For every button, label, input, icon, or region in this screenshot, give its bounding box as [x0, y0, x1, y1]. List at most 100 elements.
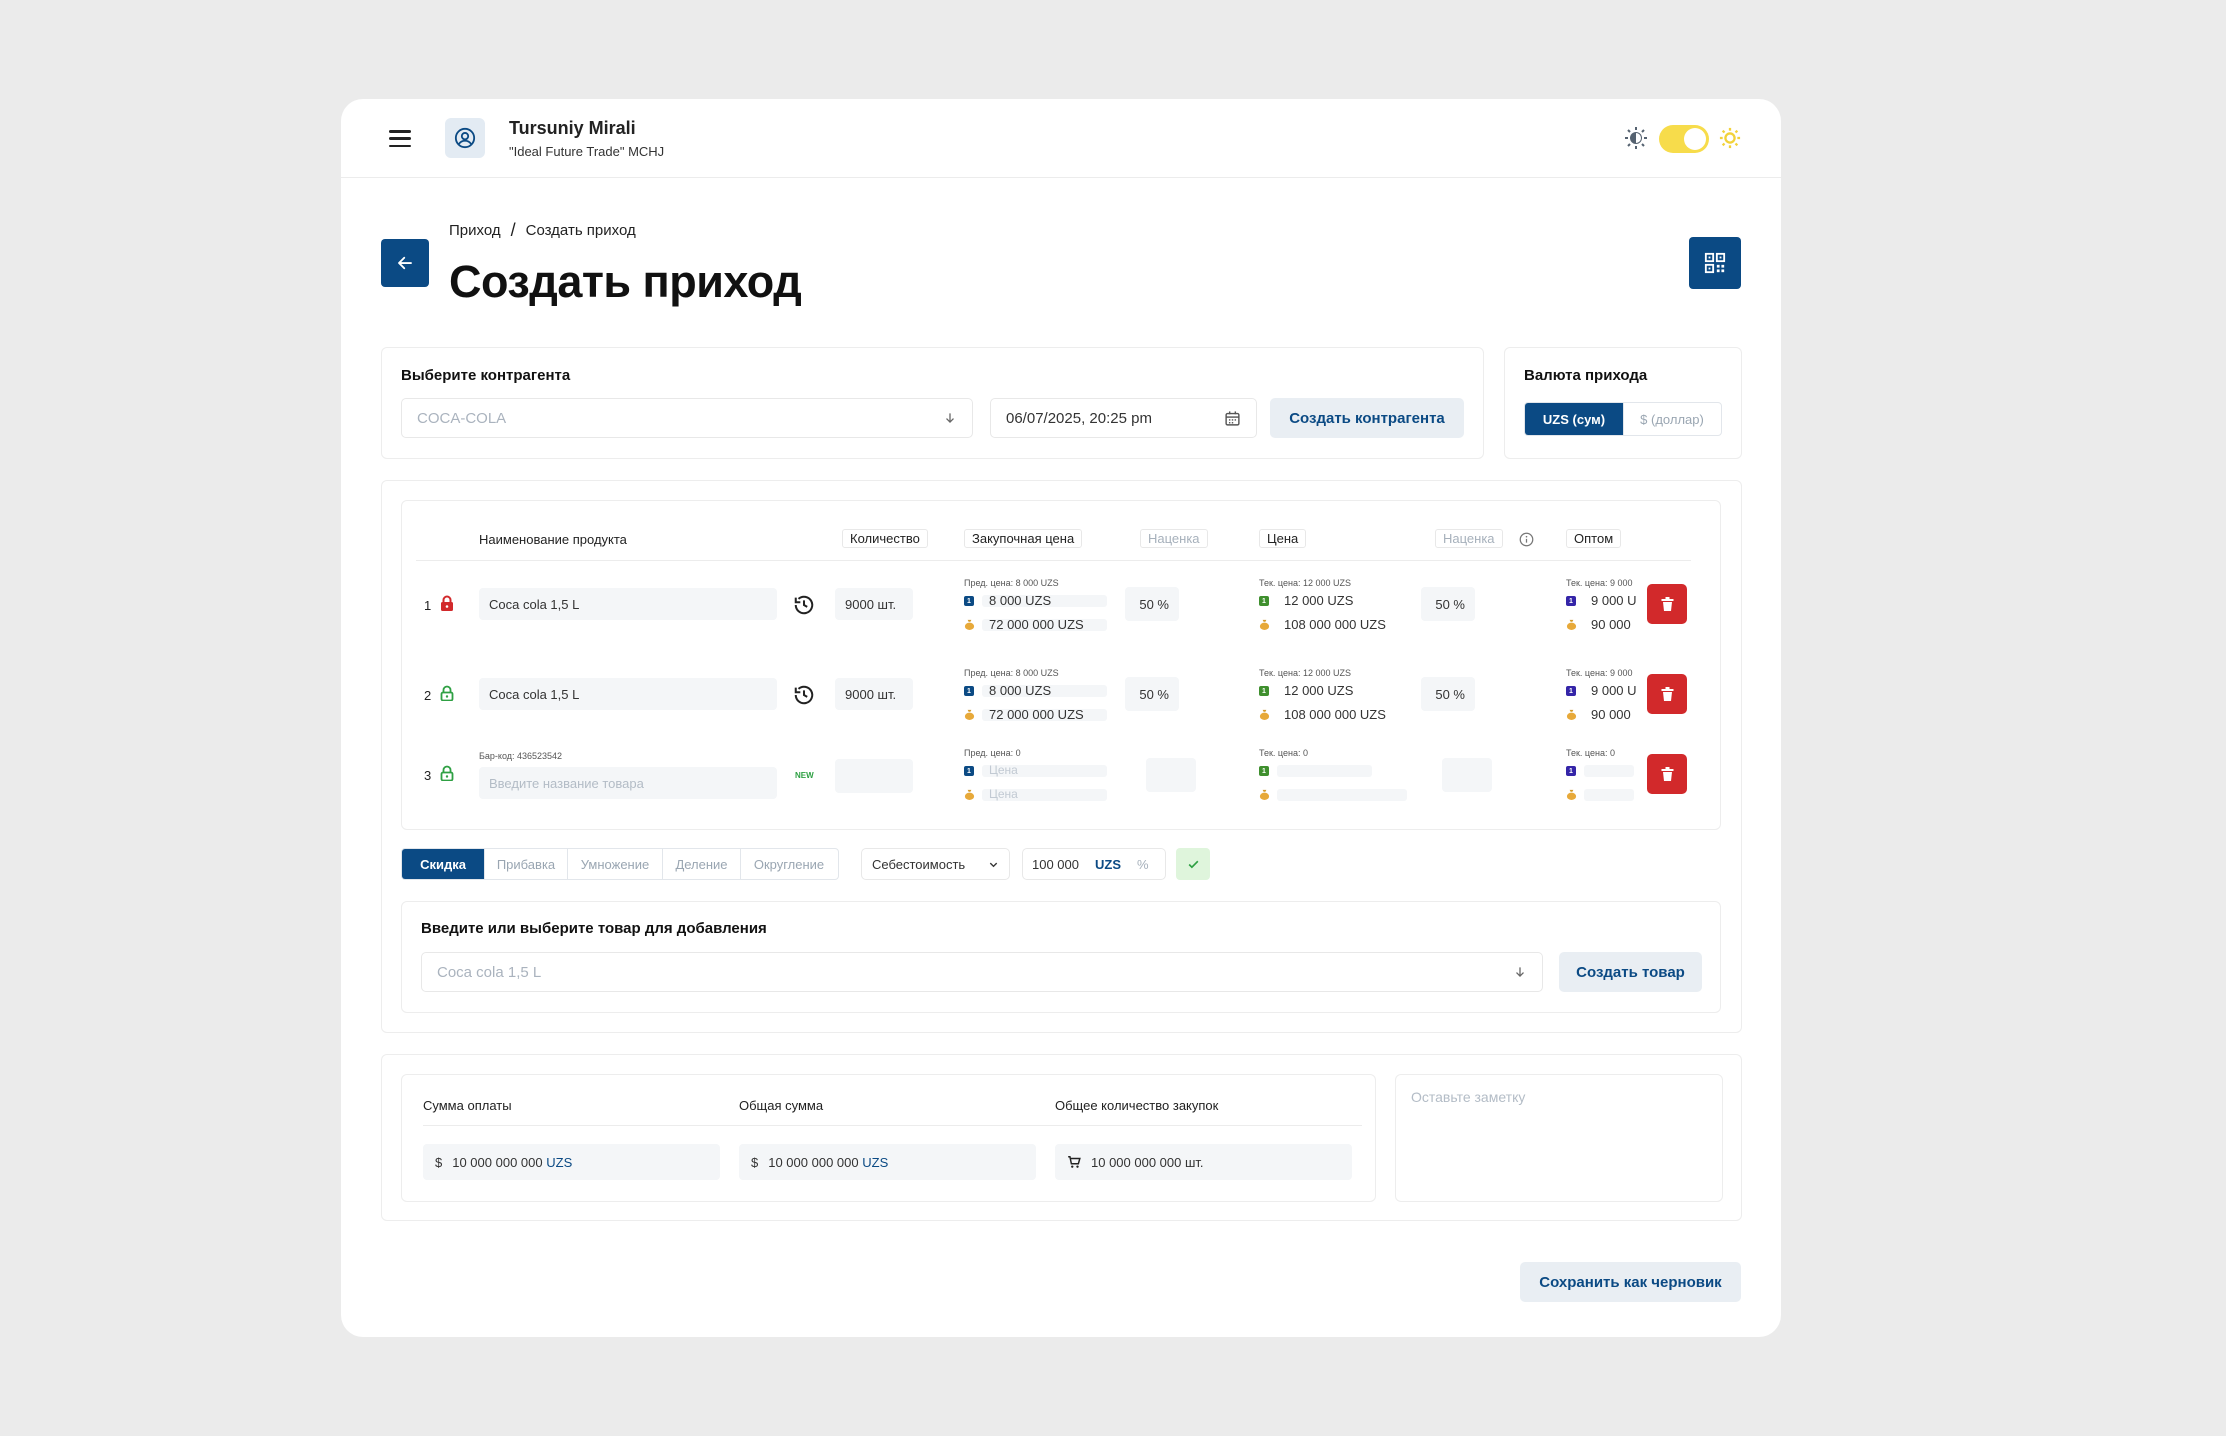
wholesale-input[interactable]	[1584, 765, 1634, 777]
tab-divide[interactable]: Деление	[662, 849, 740, 879]
markup-input[interactable]: 50 %	[1125, 677, 1179, 711]
wholesale-value[interactable]: 9 000 U	[1591, 593, 1637, 608]
product-name-input[interactable]: Coca cola 1,5 L	[479, 588, 777, 620]
lock-open-icon[interactable]	[440, 765, 454, 781]
money-bag-icon	[1259, 789, 1270, 800]
qr-scan-button[interactable]	[1689, 237, 1741, 289]
product-name-input[interactable]: Coca cola 1,5 L	[479, 678, 777, 710]
totals-box: Сумма оплаты Общая сумма Общее количеств…	[401, 1074, 1376, 1202]
apply-button[interactable]	[1176, 848, 1210, 880]
toggle-knob	[1684, 128, 1706, 150]
main-card: Tursuniy Mirali "Ideal Future Trade" MCH…	[341, 99, 1781, 1337]
wholesale-current-price: Тек. цена: 9 000	[1566, 578, 1633, 588]
quantity-input[interactable]	[835, 759, 913, 793]
save-draft-button[interactable]: Сохранить как черновик	[1520, 1262, 1741, 1302]
price-total-field	[1277, 789, 1407, 801]
counterparty-placeholder: COCA-COLA	[417, 409, 507, 427]
wholesale-value[interactable]: 9 000 U	[1591, 683, 1637, 698]
tab-round[interactable]: Округление	[740, 849, 837, 879]
quantity-input[interactable]: 9000 шт.	[835, 588, 913, 620]
menu-icon[interactable]	[389, 130, 411, 147]
trash-icon	[1661, 597, 1673, 611]
wholesale-total-field	[1584, 789, 1634, 801]
price-value[interactable]: 12 000 UZS	[1284, 593, 1353, 608]
total-count-label: Общее количество закупок	[1055, 1098, 1219, 1113]
currency-option-uzs[interactable]: UZS (сум)	[1525, 403, 1623, 435]
product-name-input[interactable]: Введите название товара	[479, 767, 777, 799]
price-value[interactable]: 12 000 UZS	[1284, 683, 1353, 698]
delete-row-button[interactable]	[1647, 754, 1687, 794]
create-product-button[interactable]: Создать товар	[1559, 952, 1702, 992]
chevron-down-icon	[989, 862, 998, 867]
amount-input[interactable]: 100 000 UZS %	[1022, 848, 1166, 880]
add-product-panel: Введите или выберите товар для добавлени…	[401, 901, 1721, 1013]
quantity-input[interactable]: 9000 шт.	[835, 678, 913, 710]
note-placeholder: Оставьте заметку	[1411, 1089, 1526, 1105]
avatar[interactable]	[445, 118, 485, 158]
delete-row-button[interactable]	[1647, 674, 1687, 714]
purchase-price-value[interactable]: 8 000 UZS	[989, 593, 1051, 608]
price-input[interactable]	[1277, 765, 1372, 777]
header-divider	[416, 560, 1691, 561]
header-product: Наименование продукта	[479, 532, 627, 547]
lock-open-icon[interactable]	[440, 685, 454, 701]
tab-multiply[interactable]: Умножение	[567, 849, 662, 879]
header-markup-1: Наценка	[1140, 529, 1208, 548]
header-quantity: Количество	[842, 529, 928, 548]
money-bag-icon	[1259, 619, 1270, 630]
date-input[interactable]: 06/07/2025, 20:25 pm	[990, 398, 1257, 438]
breadcrumb-parent[interactable]: Приход	[449, 222, 501, 239]
arrow-down-icon	[946, 413, 954, 423]
info-icon[interactable]	[1519, 532, 1534, 547]
total-amount-label: Общая сумма	[739, 1098, 824, 1113]
create-counterparty-button[interactable]: Создать контрагента	[1270, 398, 1464, 438]
back-button[interactable]	[381, 239, 429, 287]
tab-discount[interactable]: Скидка	[402, 849, 484, 879]
purchase-price-value[interactable]: 8 000 UZS	[989, 683, 1051, 698]
tab-add[interactable]: Прибавка	[484, 849, 567, 879]
barcode-label: Бар-код: 436523542	[479, 751, 563, 761]
markup-input[interactable]	[1146, 758, 1196, 792]
history-icon[interactable]	[793, 684, 815, 706]
note-textarea[interactable]: Оставьте заметку	[1395, 1074, 1723, 1202]
wholesale-total-value: 90 000	[1591, 617, 1631, 632]
calendar-icon[interactable]	[1224, 410, 1241, 427]
history-icon[interactable]	[793, 594, 815, 616]
unit-uzs[interactable]: UZS	[1095, 857, 1121, 872]
previous-price: Пред. цена: 8 000 UZS	[964, 668, 1059, 678]
delete-row-button[interactable]	[1647, 584, 1687, 624]
total-amount-value: 10 000 000 000	[768, 1154, 859, 1170]
top-bar: Tursuniy Mirali "Ideal Future Trade" MCH…	[341, 99, 1781, 178]
retail-tag-icon: 1	[964, 766, 974, 776]
light-mode-icon[interactable]	[1719, 127, 1741, 149]
lock-closed-icon[interactable]	[440, 595, 454, 611]
user-organization: "Ideal Future Trade" MCHJ	[509, 144, 665, 159]
money-bag-icon	[1566, 709, 1577, 720]
wholesale-tag-icon: 1	[1566, 596, 1576, 606]
markup-input[interactable]: 50 %	[1421, 587, 1475, 621]
price-total-value: 108 000 000 UZS	[1284, 617, 1386, 632]
currency-label: Валюта прихода	[1524, 367, 1648, 384]
price-base-select[interactable]: Себестоимость	[861, 848, 1010, 880]
markup-input[interactable]	[1442, 758, 1492, 792]
trash-icon	[1661, 767, 1673, 781]
row-number: 1	[424, 598, 432, 613]
product-select[interactable]: Coca cola 1,5 L	[421, 952, 1543, 992]
markup-input[interactable]: 50 %	[1421, 677, 1475, 711]
retail-tag-icon: 1	[1259, 686, 1269, 696]
header-markup-2: Наценка	[1435, 529, 1503, 548]
purchase-total-value: 72 000 000 UZS	[989, 707, 1084, 722]
operation-tabs: Скидка Прибавка Умножение Деление Округл…	[401, 848, 839, 880]
total-count-field: 10 000 000 000 шт.	[1055, 1144, 1352, 1180]
counterparty-select[interactable]: COCA-COLA	[401, 398, 973, 438]
currency-option-usd[interactable]: $ (доллар)	[1623, 403, 1720, 435]
theme-toggle[interactable]	[1659, 125, 1709, 153]
retail-tag-icon: 1	[964, 596, 974, 606]
unit-percent[interactable]: %	[1137, 857, 1149, 872]
retail-tag-icon: 1	[1259, 596, 1269, 606]
markup-input[interactable]: 50 %	[1125, 587, 1179, 621]
total-amount-field: $ 10 000 000 000 UZS	[739, 1144, 1036, 1180]
dark-mode-icon[interactable]	[1624, 126, 1648, 150]
date-value: 06/07/2025, 20:25 pm	[1006, 409, 1152, 427]
purchase-price-placeholder[interactable]: Цена	[989, 763, 1018, 777]
